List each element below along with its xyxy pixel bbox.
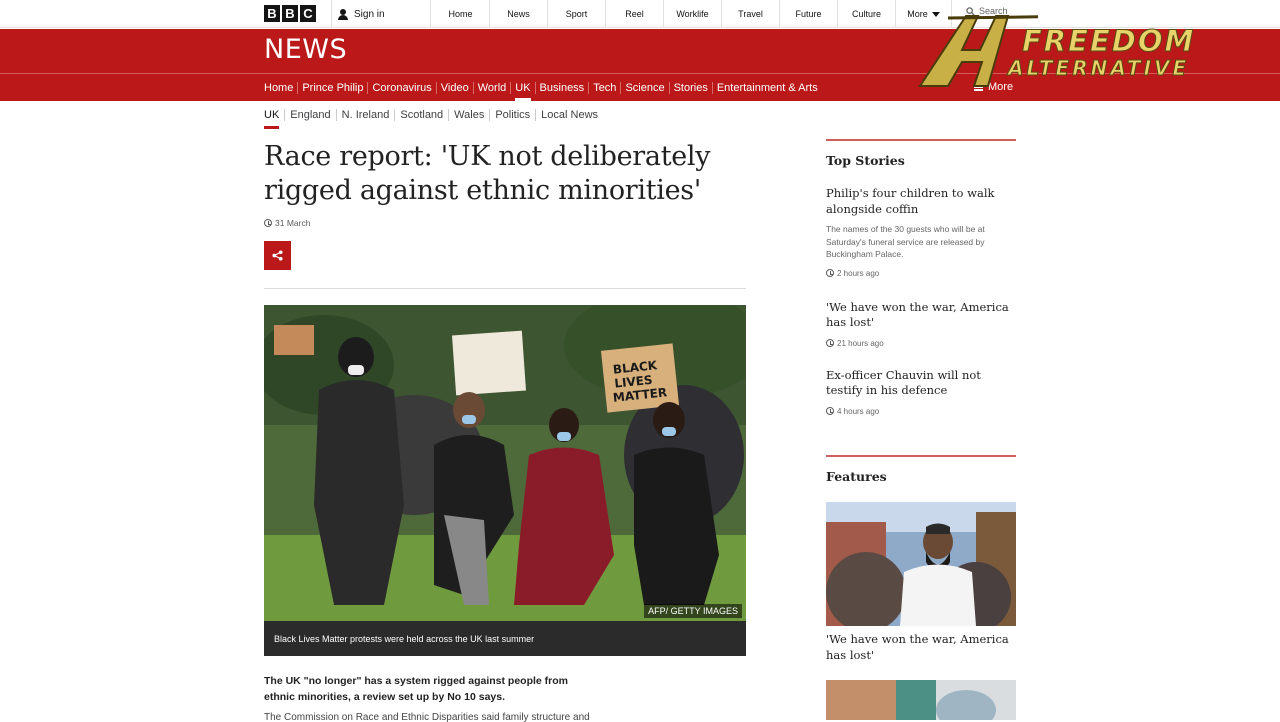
- signin-label: Sign in: [354, 8, 385, 20]
- subnav-politics[interactable]: Politics: [490, 109, 537, 121]
- subnav-uk[interactable]: UK: [264, 109, 286, 129]
- nav-uk[interactable]: UK: [511, 82, 536, 101]
- user-icon: [338, 8, 348, 20]
- signin-button[interactable]: Sign in: [331, 0, 431, 28]
- article-date-text: 31 March: [275, 218, 311, 228]
- top-stories-heading: Top Stories: [826, 153, 905, 168]
- nav-video[interactable]: Video: [437, 82, 474, 94]
- top-nav-reel[interactable]: Reel: [606, 0, 664, 28]
- article-lead: The UK "no longer" has a system rigged a…: [264, 675, 569, 703]
- top-nav-future[interactable]: Future: [780, 0, 838, 28]
- top-nav-home[interactable]: Home: [432, 0, 490, 28]
- clock-icon: [826, 269, 834, 277]
- features-rule: [826, 455, 1016, 457]
- top-nav-sport[interactable]: Sport: [548, 0, 606, 28]
- article-hero-image: BLACK LIVES MATTER AFP/ GETTY IMAGES Bla…: [264, 305, 746, 656]
- feature-photo: [826, 502, 1016, 626]
- nav-science[interactable]: Science: [621, 82, 670, 94]
- top-nav-news[interactable]: News: [490, 0, 548, 28]
- features-heading: Features: [826, 469, 887, 484]
- news-title[interactable]: NEWS: [264, 34, 347, 65]
- nav-home[interactable]: Home: [264, 82, 299, 94]
- share-button[interactable]: [264, 241, 291, 270]
- top-story-time: 21 hours ago: [826, 339, 1016, 348]
- article-date: 31 March: [264, 218, 310, 228]
- clock-icon: [826, 407, 834, 415]
- article-paragraph: The Commission on Race and Ethnic Dispar…: [264, 712, 590, 722]
- uk-sub-nav: UK England N. Ireland Scotland Wales Pol…: [264, 106, 603, 129]
- top-story-title[interactable]: 'We have won the war, America has lost': [826, 300, 1016, 331]
- subnav-wales[interactable]: Wales: [449, 109, 491, 121]
- article-divider: [264, 288, 746, 289]
- top-story-time-text: 2 hours ago: [837, 268, 880, 278]
- image-credit: AFP/ GETTY IMAGES: [644, 604, 742, 618]
- feature-image-2[interactable]: [826, 680, 1016, 720]
- nav-entertainment-arts[interactable]: Entertainment & Arts: [713, 82, 822, 94]
- subnav-scotland[interactable]: Scotland: [395, 109, 450, 121]
- nav-stories[interactable]: Stories: [670, 82, 713, 94]
- top-story-item[interactable]: Ex-officer Chauvin will not testify in h…: [826, 368, 1016, 416]
- subnav-england[interactable]: England: [285, 109, 337, 121]
- bbc-logo-letter: B: [264, 5, 280, 22]
- top-nav-travel[interactable]: Travel: [722, 0, 780, 28]
- feature-title[interactable]: 'We have won the war, America has lost': [826, 632, 1016, 663]
- news-main-nav: Home Prince Philip Coronavirus Video Wor…: [264, 75, 822, 101]
- top-nav-worklife[interactable]: Worklife: [664, 0, 722, 28]
- bbc-logo-letter: C: [300, 5, 316, 22]
- top-nav-culture[interactable]: Culture: [838, 0, 896, 28]
- subnav-local-news[interactable]: Local News: [536, 109, 603, 121]
- sidebar-rule: [826, 139, 1016, 141]
- nav-tech[interactable]: Tech: [589, 82, 622, 94]
- share-icon: [272, 250, 283, 261]
- top-nav: Home News Sport Reel Worklife Travel Fut…: [432, 0, 952, 28]
- top-stories-sidebar: Top Stories Philip's four children to wa…: [826, 139, 1016, 416]
- top-story-time-text: 4 hours ago: [837, 406, 880, 416]
- nav-business[interactable]: Business: [536, 82, 590, 94]
- article-headline: Race report: 'UK not deliberately rigged…: [264, 141, 711, 206]
- clock-icon: [264, 219, 272, 227]
- top-story-time-text: 21 hours ago: [837, 338, 884, 348]
- protest-photo: BLACK LIVES MATTER: [264, 305, 746, 621]
- subnav-n-ireland[interactable]: N. Ireland: [337, 109, 396, 121]
- top-story-item[interactable]: Philip's four children to walk alongside…: [826, 186, 1016, 278]
- top-story-time: 4 hours ago: [826, 407, 1016, 416]
- features-section: Features 'We have won the war, America h…: [826, 455, 1016, 663]
- clock-icon: [826, 339, 834, 347]
- bbc-logo[interactable]: B B C: [264, 5, 316, 22]
- feature-image[interactable]: [826, 502, 1016, 626]
- image-caption: Black Lives Matter protests were held ac…: [264, 621, 746, 656]
- top-story-time: 2 hours ago: [826, 269, 1016, 278]
- watermark-line1: FREEDOM: [1021, 24, 1196, 59]
- nav-prince-philip[interactable]: Prince Philip: [298, 82, 369, 94]
- feature-photo-2: [826, 680, 1016, 720]
- top-story-summary: The names of the 30 guests who will be a…: [826, 224, 985, 259]
- top-story-title[interactable]: Ex-officer Chauvin will not testify in h…: [826, 368, 1016, 399]
- bbc-logo-letter: B: [282, 5, 298, 22]
- top-story-item[interactable]: 'We have won the war, America has lost' …: [826, 300, 1016, 348]
- top-story-title[interactable]: Philip's four children to walk alongside…: [826, 186, 1016, 217]
- freedom-alternative-watermark: FREEDOM ALTERNATIVE: [918, 12, 1252, 88]
- nav-coronavirus[interactable]: Coronavirus: [368, 82, 437, 94]
- nav-world[interactable]: World: [474, 82, 512, 94]
- watermark-line2: ALTERNATIVE: [1007, 56, 1190, 81]
